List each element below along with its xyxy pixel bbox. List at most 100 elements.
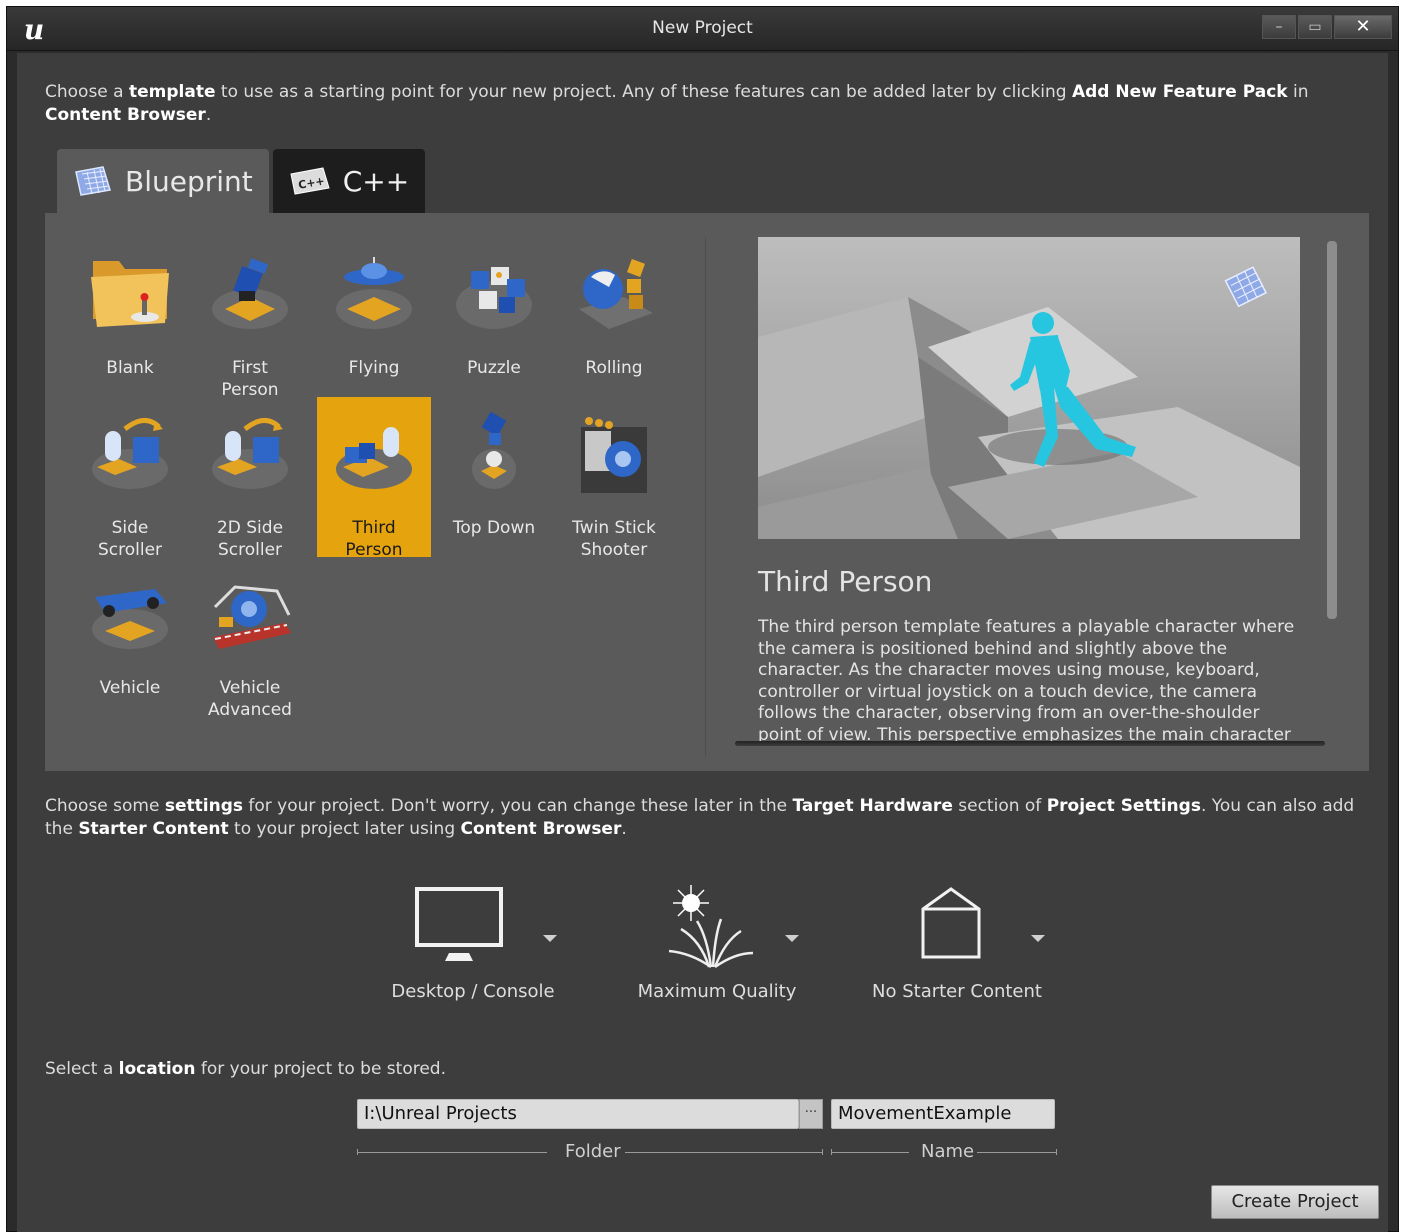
folder-caption: Folder [357, 1141, 823, 1165]
template-puzzle[interactable]: Puzzle [437, 237, 551, 397]
maximize-button[interactable]: ▭ [1298, 15, 1332, 39]
settings-text-6: . [621, 819, 627, 839]
vehicle-advanced-icon [213, 585, 291, 649]
project-name-field[interactable]: MovementExample [831, 1099, 1055, 1129]
third-person-preview [758, 237, 1300, 539]
template-third-person[interactable]: Third Person [317, 397, 431, 560]
template-flying[interactable]: Flying [317, 237, 431, 397]
template-label: 2D Side Scroller [216, 518, 284, 560]
template-label: Top Down [452, 518, 536, 538]
location-intro-text: Select a location for your project to be… [45, 1059, 446, 1079]
template-blank[interactable]: Blank [73, 237, 187, 397]
settings-text-1: Choose some [45, 796, 165, 816]
intro-bold-content-browser: Content Browser [45, 105, 206, 125]
puzzle-icon [456, 267, 532, 329]
folder-caption-label: Folder [565, 1141, 621, 1162]
template-panel: Blank First Person Flying Puzzle Rolling… [45, 213, 1369, 771]
first-person-icon [212, 258, 288, 329]
third-person-icon [336, 427, 412, 489]
settings-bold-target-hardware: Target Hardware [792, 796, 953, 816]
settings-intro-text: Choose some settings for your project. D… [45, 795, 1365, 841]
caption-line [625, 1152, 823, 1153]
template-top-down[interactable]: Top Down [437, 397, 551, 557]
template-label: Vehicle Advanced [208, 678, 292, 720]
name-caption-label: Name [921, 1141, 975, 1162]
settings-text-3: section of [952, 796, 1047, 816]
hardware-target-label: Desktop / Console [391, 981, 555, 1002]
template-label: Vehicle [99, 678, 161, 698]
folder-path-field[interactable]: I:\Unreal Projects [357, 1099, 799, 1129]
window-controls: – ▭ ✕ [1262, 15, 1392, 39]
template-side-scroller[interactable]: Side Scroller [73, 397, 187, 560]
caption-line [977, 1152, 1057, 1153]
tab-blueprint-label: Blueprint [125, 164, 253, 198]
side-scroller-icon [92, 418, 168, 489]
chevron-down-icon [543, 935, 557, 942]
settings-bold-project-settings: Project Settings [1046, 796, 1201, 816]
template-twin-stick-shooter[interactable]: Twin Stick Shooter [557, 397, 671, 560]
location-bold-location: location [118, 1059, 196, 1079]
intro-text-2: to use as a starting point for your new … [215, 82, 1072, 102]
intro-bold-feature-pack: Add New Feature Pack [1071, 82, 1288, 102]
settings-bold-starter-content: Starter Content [78, 819, 229, 839]
monitor-icon [415, 887, 503, 961]
settings-bold-settings: settings [164, 796, 243, 816]
template-grid: Blank First Person Flying Puzzle Rolling… [45, 213, 705, 771]
intro-text-1: Choose a [45, 82, 129, 102]
blueprint-icon [75, 166, 111, 196]
flying-icon [336, 257, 412, 329]
chevron-down-icon [1031, 935, 1045, 942]
graphics-quality-dropdown[interactable]: Maximum Quality [617, 881, 817, 1011]
starter-content-dropdown[interactable]: No Starter Content [857, 881, 1057, 1011]
create-project-button[interactable]: Create Project [1211, 1185, 1379, 1219]
intro-text-4: . [205, 105, 212, 125]
caption-tick [822, 1149, 823, 1155]
template-2d-side-scroller[interactable]: 2D Side Scroller [193, 397, 307, 560]
template-label: Blank [106, 358, 154, 378]
dialog-content: Choose a template to use as a starting p… [17, 53, 1388, 1232]
settings-text-5: to your project later using [228, 819, 461, 839]
caption-line [831, 1152, 909, 1153]
minimize-button[interactable]: – [1262, 15, 1296, 39]
2d-side-scroller-icon [212, 418, 288, 489]
tab-blueprint[interactable]: Blueprint [57, 149, 269, 213]
template-first-person[interactable]: First Person [193, 237, 307, 400]
template-label: Flying [348, 358, 400, 378]
new-project-window: u New Project – ▭ ✕ Choose a template to… [6, 6, 1399, 1232]
top-down-icon [472, 411, 516, 489]
hardware-target-dropdown[interactable]: Desktop / Console [373, 881, 573, 1011]
name-caption: Name [831, 1141, 1057, 1165]
template-label: Side Scroller [97, 518, 163, 560]
close-button[interactable]: ✕ [1334, 15, 1392, 39]
browse-folder-button[interactable]: ··· [799, 1099, 823, 1129]
language-tabs: Blueprint C++ C++ [57, 149, 426, 213]
panel-divider [705, 237, 706, 757]
template-vehicle[interactable]: Vehicle [73, 557, 187, 717]
template-rolling[interactable]: Rolling [557, 237, 671, 397]
intro-text-3: in [1287, 82, 1309, 102]
template-label: First Person [221, 358, 279, 400]
template-detail-description: The third person template features a pla… [758, 617, 1295, 741]
vehicle-icon [92, 589, 168, 649]
rolling-icon [579, 259, 653, 329]
template-vehicle-advanced[interactable]: Vehicle Advanced [193, 557, 307, 720]
description-fade [735, 741, 1325, 746]
chevron-down-icon [785, 935, 799, 942]
template-label: Twin Stick Shooter [572, 518, 656, 560]
caption-line [357, 1152, 547, 1153]
window-title: New Project [652, 18, 753, 38]
settings-text-2: for your project. Don't worry, you can c… [242, 796, 793, 816]
location-text-2: for your project to be stored. [195, 1059, 447, 1079]
template-detail-title: Third Person [758, 565, 933, 598]
detail-scrollbar[interactable] [1327, 241, 1337, 619]
template-intro-text: Choose a template to use as a starting p… [45, 81, 1355, 127]
starter-content-label: No Starter Content [872, 981, 1042, 1002]
empty-box-icon [921, 887, 981, 959]
title-bar[interactable]: u New Project – ▭ ✕ [7, 7, 1398, 51]
tab-cpp[interactable]: C++ C++ [272, 149, 426, 213]
cpp-icon: C++ [290, 167, 330, 195]
intro-bold-template: template [129, 82, 216, 102]
twin-stick-shooter-icon [581, 417, 647, 493]
caption-tick [1056, 1149, 1057, 1155]
template-label: Third Person [345, 518, 403, 560]
